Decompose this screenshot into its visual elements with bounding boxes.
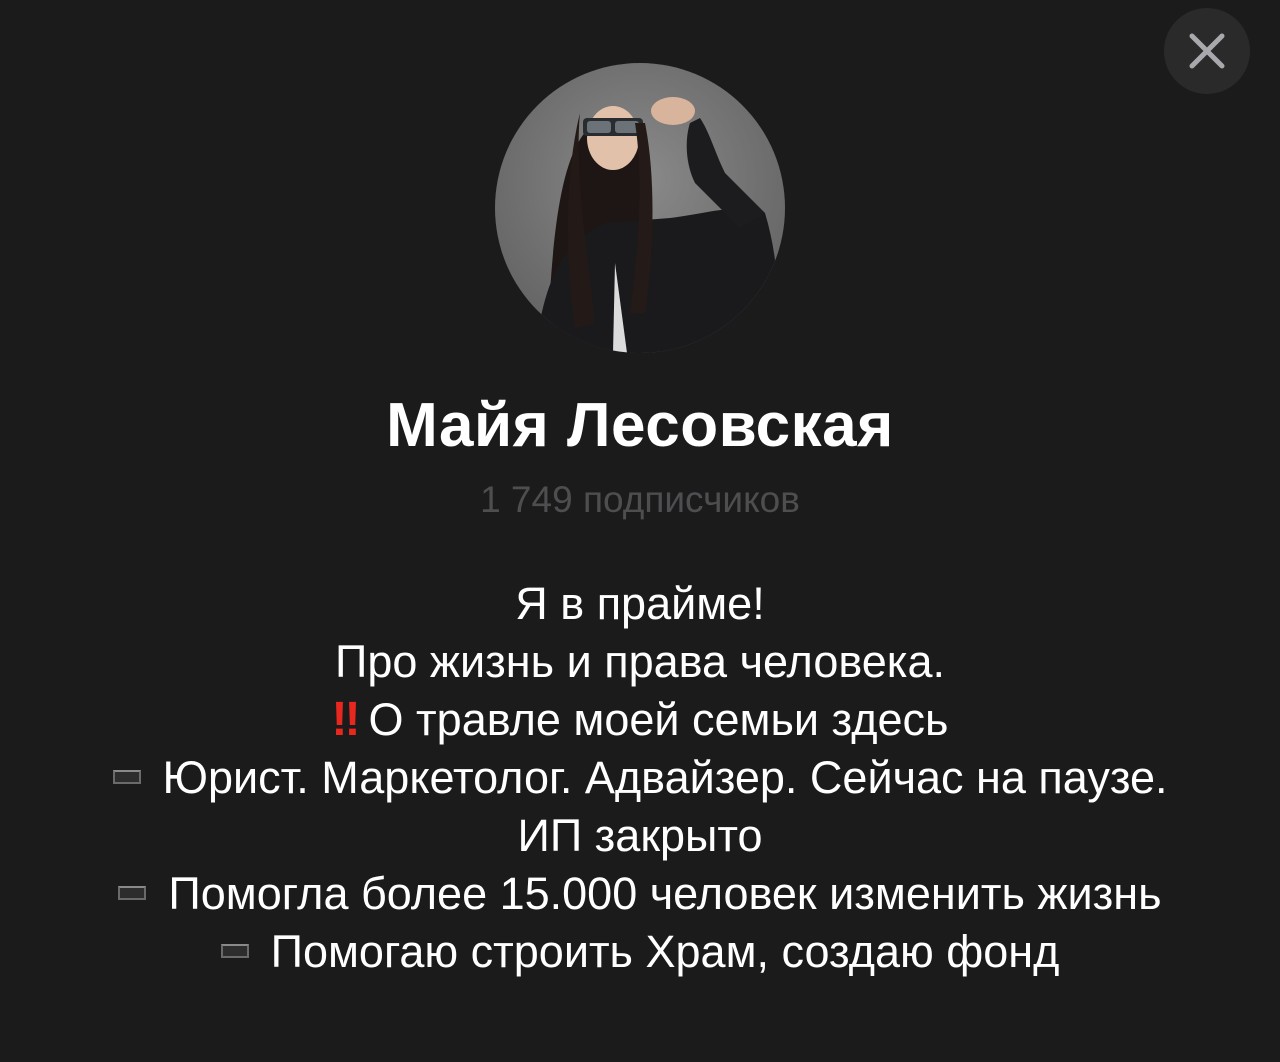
bio-line-6-text: Помогаю строить Храм, создаю фонд — [270, 926, 1060, 977]
avatar-photo — [535, 97, 778, 353]
black-square-icon — [112, 770, 141, 785]
bio-line-3-text: О травле моей семьи здесь — [368, 694, 949, 745]
bio-line-5-text: Помогла более 15.000 человек изменить жи… — [168, 868, 1162, 919]
close-icon — [1187, 31, 1227, 71]
bio-line-2: Про жизнь и права человека. — [335, 636, 945, 687]
avatar[interactable] — [495, 63, 785, 353]
bio-line-1: Я в прайме! — [515, 578, 765, 629]
black-square-icon — [118, 886, 147, 901]
channel-name: Майя Лесовская — [386, 391, 894, 460]
bio-line-4-text: Юрист. Маркетолог. Адвайзер. Сейчас на п… — [162, 752, 1168, 861]
bio-line-6: Помогаю строить Храм, создаю фонд — [110, 923, 1170, 981]
channel-description: Я в прайме! Про жизнь и права человека. … — [110, 575, 1170, 981]
bio-line-3: ‼ О травле моей семьи здесь — [110, 691, 1170, 749]
close-button[interactable] — [1164, 8, 1250, 94]
bio-line-4: Юрист. Маркетолог. Адвайзер. Сейчас на п… — [110, 749, 1170, 865]
bio-line-5: Помогла более 15.000 человек изменить жи… — [110, 865, 1170, 923]
black-square-icon — [220, 944, 249, 959]
double-exclamation-icon: ‼ — [331, 693, 361, 746]
subscriber-count: 1 749 подписчиков — [480, 479, 800, 520]
